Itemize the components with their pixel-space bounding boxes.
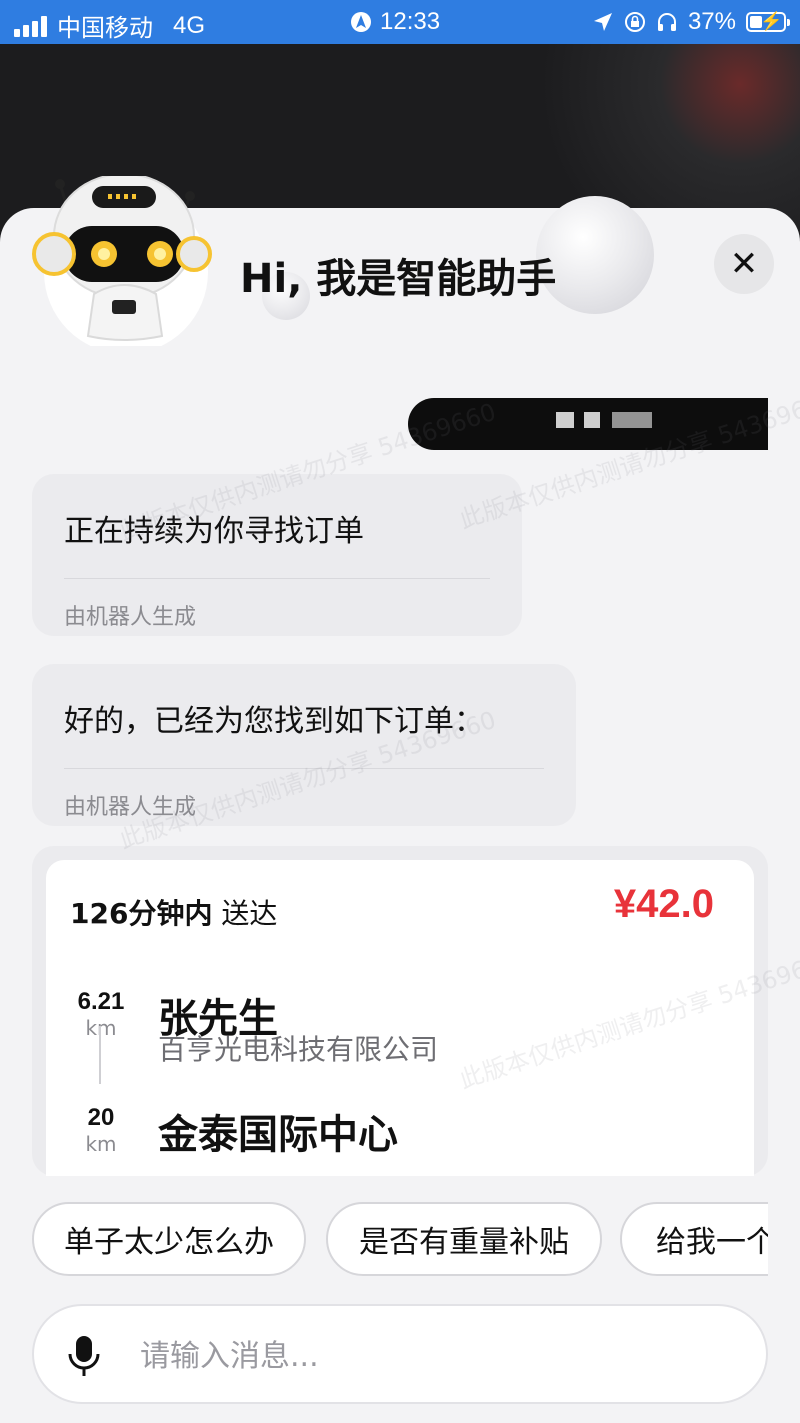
quick-reply-chip[interactable]: 给我一个 — [620, 1202, 768, 1276]
robot-avatar-icon — [32, 176, 212, 346]
redaction-mark — [584, 412, 600, 428]
location-icon — [593, 13, 612, 31]
clock-label: 12:33 — [380, 8, 441, 35]
message-input-bar — [32, 1304, 768, 1404]
pickup-distance-unit: km — [66, 1016, 136, 1040]
message-input[interactable] — [138, 1332, 702, 1380]
redaction-mark — [556, 412, 574, 428]
battery-icon: ⚡ — [746, 11, 790, 32]
pickup-distance-value: 6.21 — [77, 988, 125, 1015]
bot-message: 正在持续为你寻找订单 由机器人生成 — [32, 474, 522, 636]
signal-icon — [14, 15, 47, 37]
message-footer: 由机器人生成 — [64, 605, 197, 630]
dropoff-name: 金泰国际中心 — [158, 1112, 398, 1158]
quick-reply-chip[interactable]: 是否有重量补贴 — [326, 1202, 602, 1276]
dropoff-distance-unit: km — [85, 1132, 117, 1156]
order-price: ¥42.0 — [613, 882, 714, 926]
carrier-label: 中国移动 — [57, 15, 153, 42]
location-arrow-circle-icon — [351, 12, 371, 32]
quick-reply-chip[interactable]: 单子太少怎么办 — [32, 1202, 306, 1276]
eta-value: 126分钟内 — [70, 897, 213, 930]
order-card-container: 126分钟内 送达 ¥42.0 6.21 km 张先生 百亨光电科技有限公司 2… — [32, 846, 768, 1176]
battery-percent: 37% — [687, 8, 736, 35]
status-bar: 中国移动 4G 12:33 37% ⚡ — [0, 0, 800, 44]
rotation-lock-icon — [624, 12, 645, 32]
network-label: 4G — [173, 11, 206, 39]
pickup-distance: 6.21 km — [66, 988, 136, 1040]
message-text: 好的，已经为您找到如下订单： — [64, 704, 484, 739]
close-icon: ✕ — [729, 244, 759, 284]
close-button[interactable]: ✕ — [714, 234, 774, 294]
microphone-icon[interactable] — [64, 1334, 104, 1378]
message-text: 正在持续为你寻找订单 — [64, 514, 364, 549]
message-footer: 由机器人生成 — [64, 795, 197, 820]
page-title: Hi, 我是智能助手 — [240, 256, 557, 302]
status-center: 12:33 — [350, 8, 440, 36]
charging-bolt-icon: ⚡ — [760, 11, 783, 31]
user-message-redacted — [408, 398, 768, 450]
eta-suffix: 送达 — [221, 897, 278, 930]
redaction-mark — [612, 412, 652, 428]
status-right: 37% ⚡ — [592, 8, 790, 36]
dropoff-distance-value: 20 — [87, 1104, 115, 1131]
route-line — [99, 1026, 101, 1084]
bot-message: 好的，已经为您找到如下订单： 由机器人生成 — [32, 664, 576, 826]
pickup-company: 百亨光电科技有限公司 — [158, 1033, 439, 1066]
status-left: 中国移动 4G — [14, 8, 205, 43]
dropoff-distance: 20 km — [66, 1104, 136, 1156]
quick-replies: 单子太少怎么办 是否有重量补贴 给我一个 — [32, 1202, 768, 1278]
headphones-icon — [657, 13, 676, 31]
order-card[interactable]: 126分钟内 送达 ¥42.0 6.21 km 张先生 百亨光电科技有限公司 2… — [46, 860, 754, 1176]
eta-label: 126分钟内 送达 — [70, 892, 277, 932]
